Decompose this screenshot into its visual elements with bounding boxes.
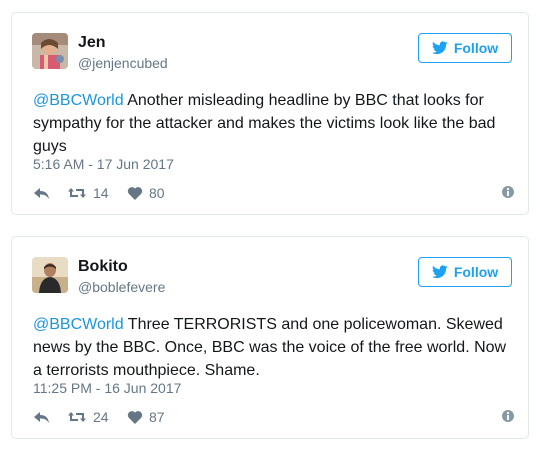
twitter-bird-icon [431, 265, 448, 279]
reply-button[interactable] [33, 185, 51, 201]
info-icon [501, 409, 515, 423]
mention-link[interactable]: @BBCWorld [33, 316, 124, 333]
mention-link[interactable]: @BBCWorld [33, 92, 124, 109]
author-handle[interactable]: @boblefevere [78, 279, 165, 295]
retweet-button[interactable]: 14 [67, 185, 109, 201]
tweet-text: @BBCWorld Another misleading headline by… [33, 89, 515, 158]
reply-button[interactable] [33, 409, 51, 425]
like-count: 80 [149, 185, 165, 201]
follow-label: Follow [453, 40, 499, 56]
info-icon [501, 185, 515, 199]
retweet-count: 24 [93, 409, 109, 425]
author-handle[interactable]: @jenjencubed [78, 55, 168, 71]
retweet-button[interactable]: 24 [67, 409, 109, 425]
info-button[interactable] [501, 409, 515, 423]
twitter-bird-icon [431, 41, 448, 55]
retweet-icon [67, 409, 87, 425]
action-bar: 24 87 [33, 409, 515, 427]
reply-icon [33, 185, 51, 201]
tweet-text: @BBCWorld Three TERRORISTS and one polic… [33, 313, 515, 382]
author-name[interactable]: Bokito [78, 258, 128, 276]
timestamp[interactable]: 5:16 AM - 17 Jun 2017 [33, 156, 174, 172]
like-button[interactable]: 80 [127, 185, 165, 201]
tweet-card: Jen @jenjencubed Follow @BBCWorld Anothe… [11, 12, 529, 215]
tweet-card: Bokito @boblefevere Follow @BBCWorld Thr… [11, 236, 529, 439]
timestamp[interactable]: 11:25 PM - 16 Jun 2017 [33, 380, 181, 396]
like-button[interactable]: 87 [127, 409, 165, 425]
avatar[interactable] [32, 33, 68, 69]
follow-label: Follow [453, 264, 499, 280]
action-bar: 14 80 [33, 185, 515, 203]
retweet-icon [67, 185, 87, 201]
follow-button[interactable]: Follow [418, 33, 512, 63]
reply-icon [33, 409, 51, 425]
avatar[interactable] [32, 257, 68, 293]
like-count: 87 [149, 409, 165, 425]
heart-icon [127, 410, 143, 425]
retweet-count: 14 [93, 185, 109, 201]
follow-button[interactable]: Follow [418, 257, 512, 287]
heart-icon [127, 186, 143, 201]
info-button[interactable] [501, 185, 515, 199]
author-name[interactable]: Jen [78, 34, 106, 52]
